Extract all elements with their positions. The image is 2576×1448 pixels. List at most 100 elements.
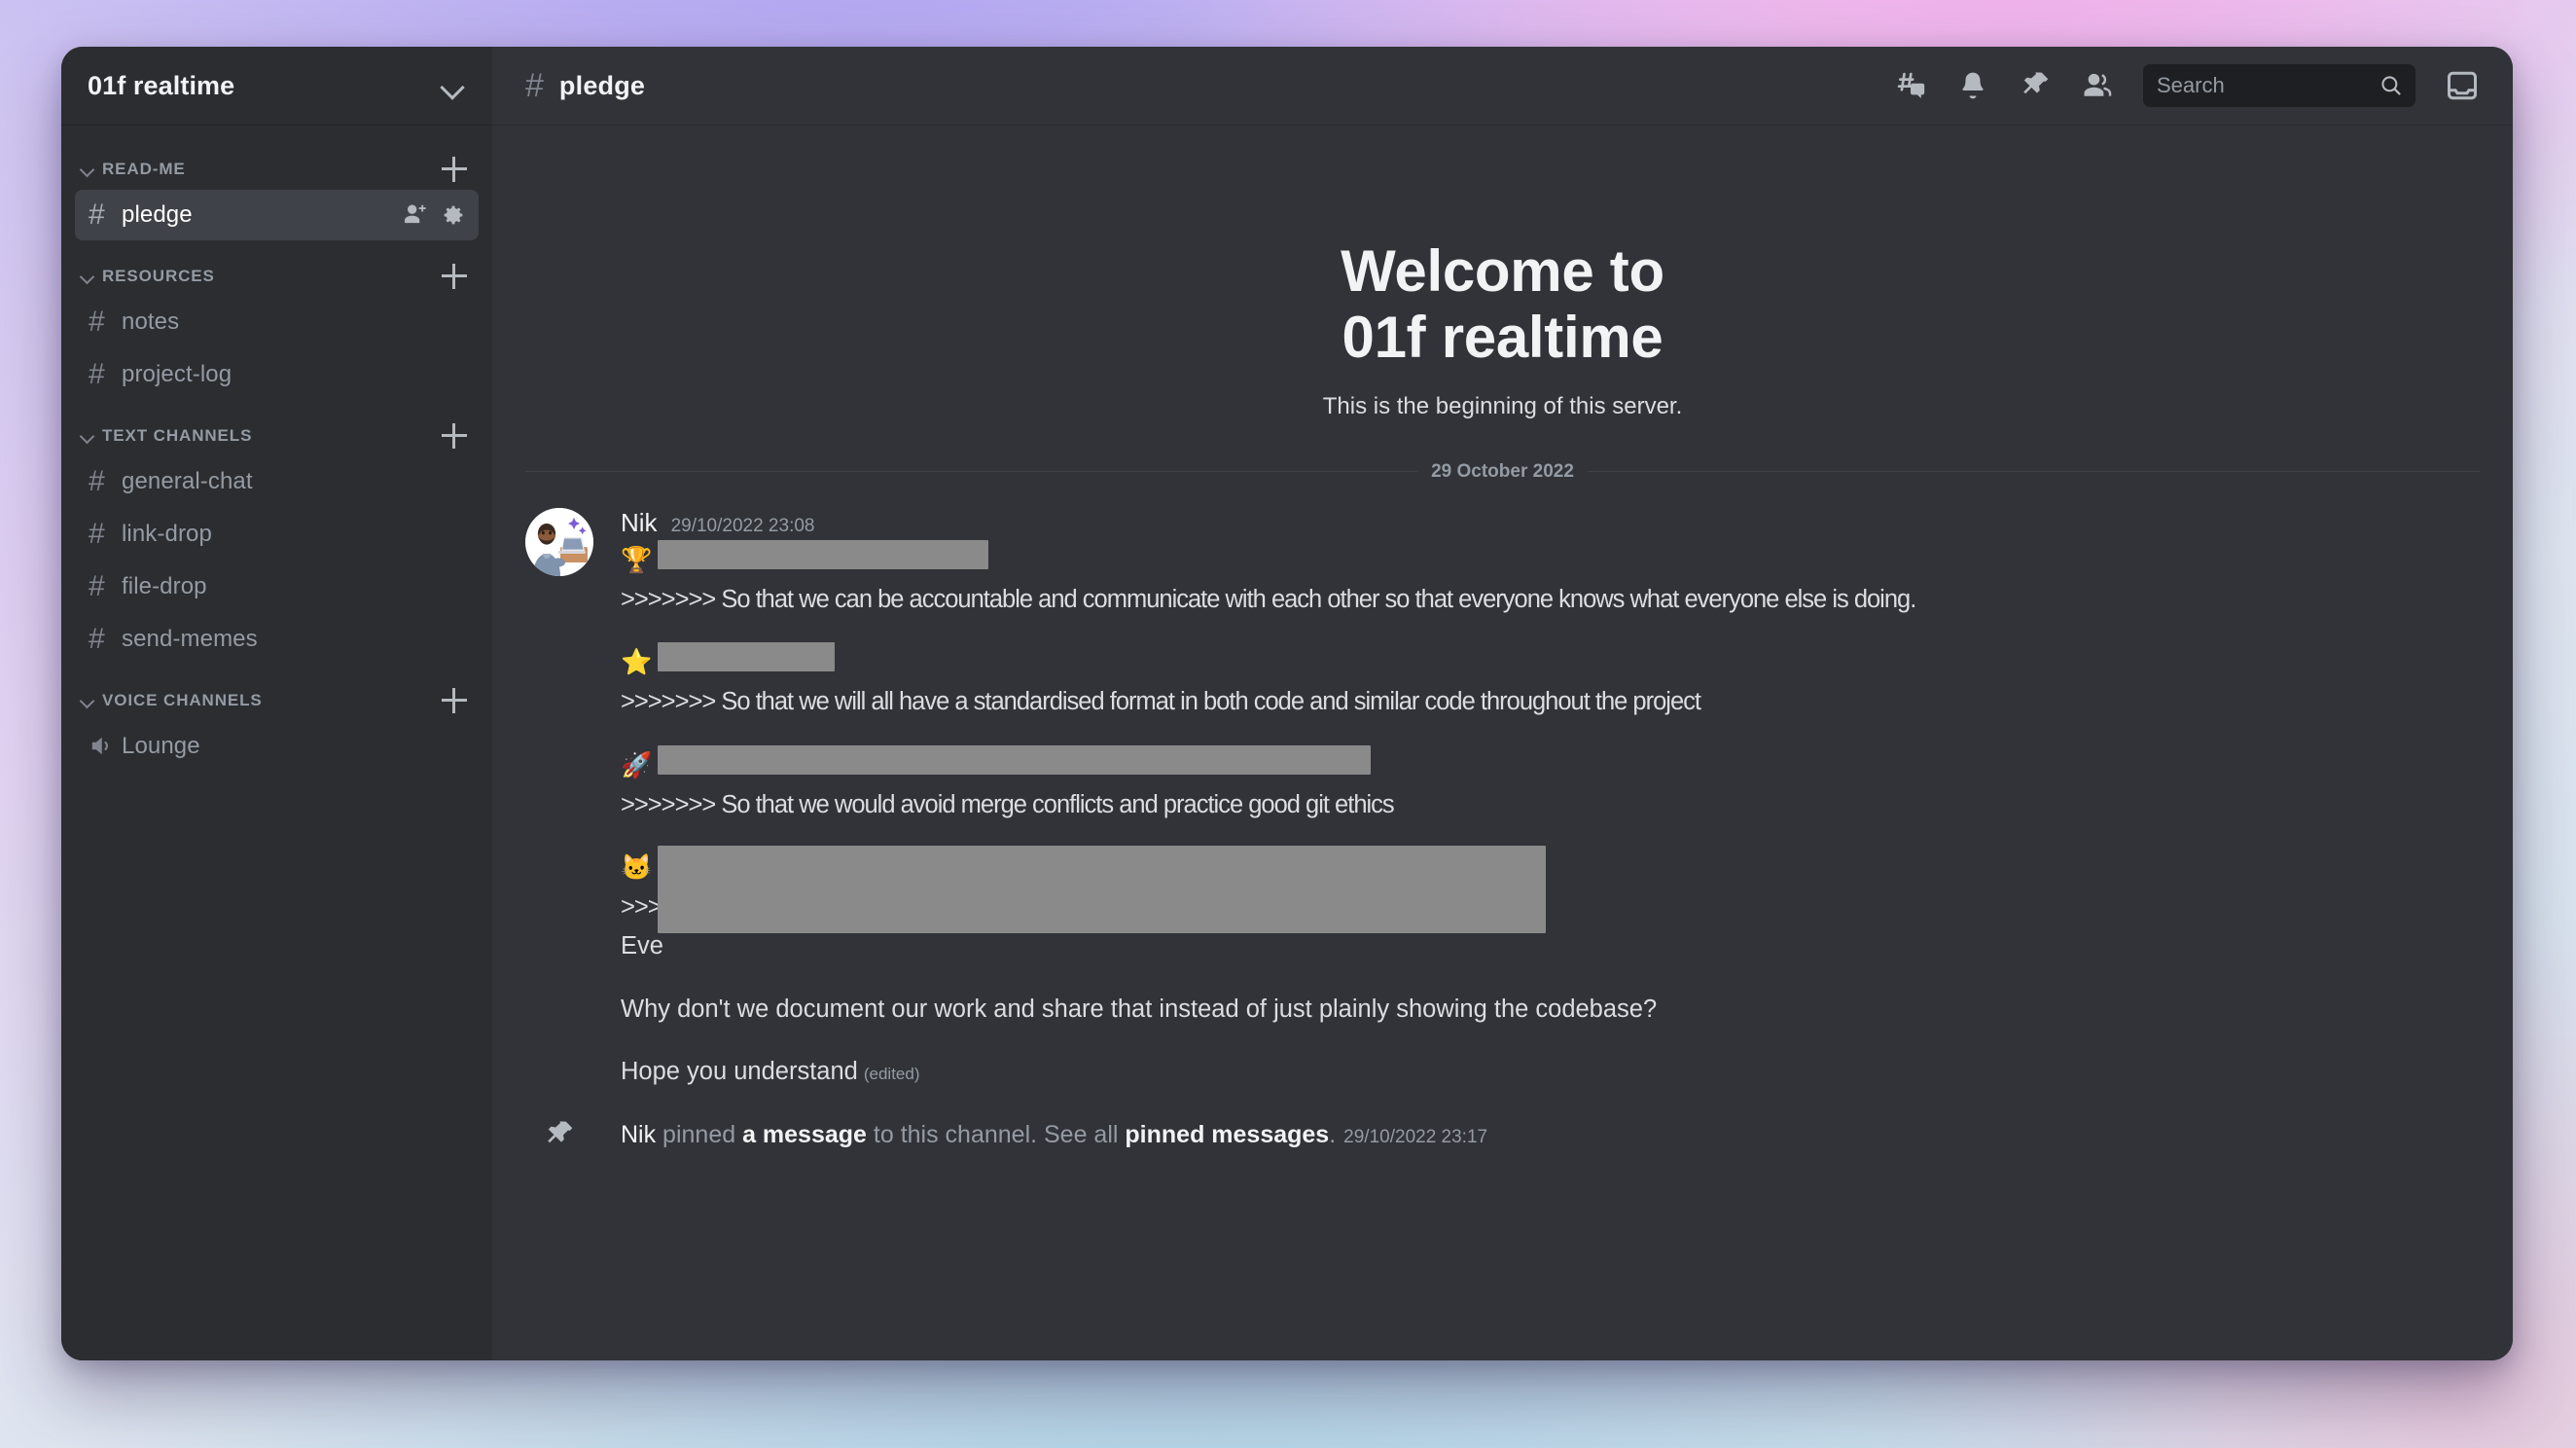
sidebar-item-file-drop[interactable]: # file-drop — [75, 561, 479, 612]
pinned-period: . — [1329, 1120, 1337, 1148]
sidebar-item-project-log[interactable]: # project-log — [75, 349, 479, 400]
message-group: Nik 29/10/2022 23:08 🏆 >>>>>>> So that w… — [492, 483, 2513, 1089]
channel-label: send-memes — [122, 626, 258, 652]
page-title: pledge — [558, 70, 646, 100]
welcome-subtitle: This is the beginning of this server. — [1322, 392, 1683, 419]
message-line-reply: >>>>>>> So that we would avoid merge con… — [621, 790, 1395, 818]
message-line-reply: >>>>>>> So that we will all have a stand… — [621, 688, 1701, 716]
redaction-block — [658, 539, 988, 569]
chevron-down-icon — [79, 692, 96, 709]
channel-topbar: # pledge Search — [492, 47, 2513, 126]
hash-icon: # — [89, 623, 105, 655]
category-text-channels[interactable]: TEXT CHANNELS — [61, 417, 492, 454]
category-voice-channels[interactable]: VOICE CHANNELS — [61, 682, 492, 719]
message-line-partial: Eve — [621, 932, 663, 960]
chevron-down-icon[interactable] — [440, 73, 465, 98]
avatar[interactable] — [525, 507, 593, 576]
redaction-block-large — [658, 846, 1546, 933]
hash-icon: # — [89, 570, 105, 602]
message-list: Welcome to 01f realtime This is the begi… — [492, 126, 2513, 1360]
chevron-down-icon — [79, 268, 96, 285]
pinned-target[interactable]: a message — [742, 1121, 867, 1148]
plus-icon[interactable] — [442, 423, 467, 449]
cat-emoji: 🐱 — [621, 852, 653, 882]
plus-icon[interactable] — [442, 688, 467, 713]
pinned-text: Nik pinned a message to this channel. Se… — [621, 1121, 1487, 1149]
user-avatar-technologist — [525, 507, 593, 576]
hash-icon: # — [89, 465, 105, 497]
speaker-icon — [89, 734, 122, 759]
message-line-redacted: 🏆 — [621, 539, 2480, 578]
hash-icon: # — [89, 306, 105, 338]
pinned-verb: pinned — [656, 1120, 743, 1148]
main-panel: # pledge Search Welcome to 01f realtime … — [492, 47, 2513, 1360]
category-label: READ-ME — [102, 160, 186, 178]
bell-icon[interactable] — [1956, 69, 1989, 102]
welcome-block: Welcome to 01f realtime This is the begi… — [492, 126, 2513, 420]
message-timestamp: 29/10/2022 23:08 — [670, 515, 815, 536]
message-line-reply: >>>>>>> So that we can be accountable an… — [621, 585, 1916, 613]
sidebar-item-lounge[interactable]: Lounge — [75, 721, 479, 772]
search-placeholder: Search — [2157, 73, 2225, 97]
gear-icon[interactable] — [440, 201, 467, 229]
channel-label: file-drop — [122, 573, 207, 599]
pinned-system-message: Nik pinned a message to this channel. Se… — [492, 1089, 2513, 1151]
add-member-icon[interactable] — [401, 201, 428, 229]
message-author[interactable]: Nik — [621, 508, 658, 538]
category-label: RESOURCES — [102, 267, 215, 285]
message-line-edited: Hope you understand (edited) — [621, 1054, 2480, 1089]
threads-icon[interactable] — [1894, 69, 1927, 102]
sidebar-item-general-chat[interactable]: # general-chat — [75, 456, 479, 507]
edited-badge: (edited) — [863, 1064, 920, 1083]
pinned-author[interactable]: Nik — [621, 1121, 656, 1148]
star-emoji: ⭐ — [621, 647, 653, 677]
message-line-redacted: ⭐ — [621, 642, 2480, 680]
sidebar-item-pledge[interactable]: # pledge — [75, 190, 479, 240]
message-header: Nik 29/10/2022 23:08 — [621, 508, 2480, 538]
search-input[interactable]: Search — [2143, 64, 2415, 107]
discord-window: 01f realtime READ-ME # pledge RESOURCES … — [61, 47, 2513, 1360]
hash-icon: # — [525, 67, 544, 104]
redaction-block — [658, 744, 1371, 775]
sidebar-item-send-memes[interactable]: # send-memes — [75, 614, 479, 665]
chevron-down-icon — [79, 427, 96, 445]
hash-icon: # — [89, 199, 105, 231]
rocket-emoji: 🚀 — [621, 749, 653, 779]
hash-icon: # — [89, 358, 105, 390]
message-body: Nik 29/10/2022 23:08 🏆 >>>>>>> So that w… — [621, 508, 2480, 1089]
topbar-actions — [1894, 69, 2114, 102]
message-line-redacted: 🐱 — [621, 846, 2480, 933]
inbox-icon[interactable] — [2445, 68, 2480, 103]
channel-label: Lounge — [122, 733, 200, 759]
category-resources[interactable]: RESOURCES — [61, 258, 492, 295]
sidebar-item-link-drop[interactable]: # link-drop — [75, 509, 479, 560]
channel-label: link-drop — [122, 521, 212, 547]
divider-line-right — [1587, 471, 2480, 473]
server-header[interactable]: 01f realtime — [61, 47, 492, 126]
channel-label: project-log — [122, 361, 233, 387]
pin-icon — [525, 1118, 593, 1151]
channel-list: READ-ME # pledge RESOURCES # notes # pro… — [61, 126, 492, 1360]
pinned-middle: to this channel. See all — [866, 1120, 1126, 1148]
channel-label: general-chat — [122, 468, 253, 494]
members-icon[interactable] — [2081, 69, 2114, 102]
redaction-block — [658, 642, 835, 672]
message-line: Why don't we document our work and share… — [621, 995, 1658, 1023]
chevron-down-icon — [79, 161, 96, 178]
welcome-line-2: 01f realtime — [1342, 305, 1664, 371]
pinned-timestamp: 29/10/2022 23:17 — [1343, 1126, 1488, 1147]
category-label: TEXT CHANNELS — [102, 426, 253, 445]
message-text: Hope you understand — [621, 1057, 858, 1085]
pin-icon[interactable] — [2019, 69, 2052, 102]
sidebar-item-notes[interactable]: # notes — [75, 297, 479, 347]
date-label: 29 October 2022 — [1431, 460, 1574, 482]
plus-icon[interactable] — [442, 157, 467, 182]
pinned-messages-link[interactable]: pinned messages — [1125, 1121, 1329, 1148]
divider-line-left — [525, 471, 1418, 473]
message-line-redacted: 🚀 — [621, 744, 2480, 783]
date-divider: 29 October 2022 — [525, 461, 2480, 483]
category-read-me[interactable]: READ-ME — [61, 151, 492, 188]
plus-icon[interactable] — [442, 264, 467, 289]
channel-sidebar: 01f realtime READ-ME # pledge RESOURCES … — [61, 47, 492, 1360]
hash-icon: # — [89, 518, 105, 550]
